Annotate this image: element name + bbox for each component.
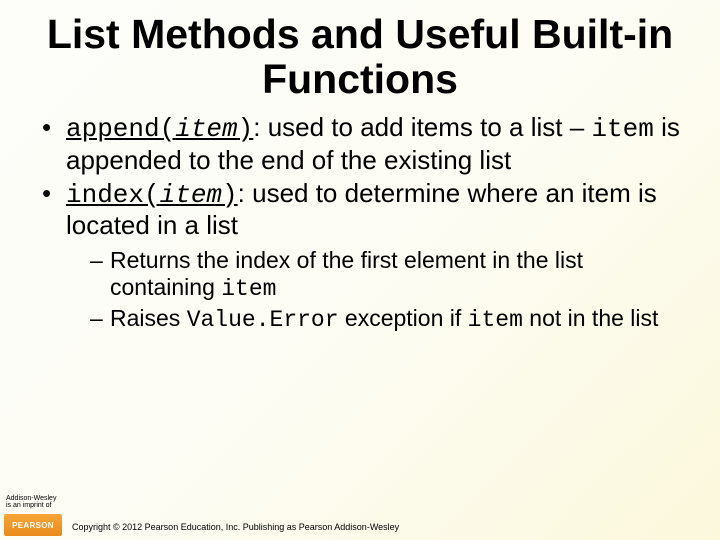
- slide-content: append(item): used to add items to a lis…: [0, 108, 720, 334]
- method-name: index(item): [66, 180, 238, 210]
- inline-code: item: [591, 114, 653, 144]
- inline-code: item: [221, 276, 276, 302]
- copyright-text: Copyright © 2012 Pearson Education, Inc.…: [72, 522, 399, 532]
- sub-text: Returns the index of the first element i…: [110, 247, 583, 300]
- bullet-append: append(item): used to add items to a lis…: [40, 112, 680, 175]
- imprint-text: Addison-Wesley is an imprint of: [6, 495, 56, 510]
- sub-text: not in the list: [523, 305, 659, 331]
- bullet-list: append(item): used to add items to a lis…: [40, 112, 680, 334]
- pearson-logo: PEARSON: [4, 514, 62, 536]
- slide-title: List Methods and Useful Built-in Functio…: [0, 0, 720, 108]
- bullet-index: index(item): used to determine where an …: [40, 178, 680, 335]
- bullet-text: : used to add items to a list –: [253, 112, 591, 142]
- sub-text: Raises: [110, 305, 187, 331]
- sub-item: Returns the index of the first element i…: [90, 247, 680, 303]
- inline-code: item: [468, 307, 523, 333]
- method-name: append(item): [66, 114, 253, 144]
- sub-text: exception if: [339, 305, 468, 331]
- sub-item: Raises Value.Error exception if item not…: [90, 305, 680, 334]
- inline-code: Value.Error: [187, 307, 339, 333]
- slide: List Methods and Useful Built-in Functio…: [0, 0, 720, 540]
- sub-list: Returns the index of the first element i…: [66, 247, 680, 334]
- footer: Addison-Wesley is an imprint of PEARSON …: [0, 492, 720, 540]
